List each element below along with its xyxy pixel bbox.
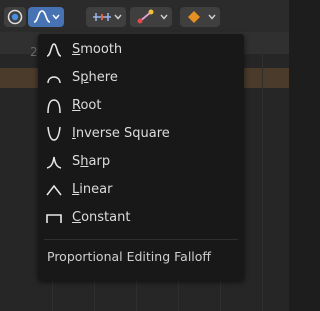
snap-dropdown[interactable] — [86, 7, 126, 27]
menu-item-root[interactable]: Root — [38, 92, 244, 120]
menu-item-label: mooth — [80, 42, 123, 57]
pivot-icon — [137, 9, 154, 24]
menu-item-label: oot — [80, 98, 102, 113]
menu-item-inverse-square[interactable]: Inverse Square — [38, 120, 244, 148]
root-falloff-icon — [47, 99, 61, 114]
falloff-dropdown[interactable] — [28, 7, 64, 27]
sharp-falloff-icon — [46, 156, 62, 169]
sphere-falloff-icon — [47, 76, 61, 84]
menu-item-label: onstant — [81, 210, 131, 225]
menu-footer: Proportional Editing Falloff — [38, 236, 244, 280]
snap-icon — [93, 13, 111, 21]
hotkey-letter: p — [80, 70, 89, 85]
ruler-frame-label: 2 — [30, 45, 38, 59]
menu-item-label: arp — [88, 154, 111, 169]
menu-item-label: nverse Square — [75, 126, 170, 141]
menu-item-constant[interactable]: Constant — [38, 204, 244, 232]
menu-title: Proportional Editing Falloff — [47, 249, 212, 264]
menu-item-label: here — [88, 70, 118, 85]
smooth-falloff-icon — [46, 43, 62, 57]
menu-item-label: inear — [79, 182, 113, 197]
smooth-curve-icon — [33, 10, 51, 23]
proportional-editing-toggle[interactable] — [4, 7, 26, 27]
menu-item-smooth[interactable]: Smooth — [38, 36, 244, 64]
chevron-down-icon — [114, 14, 122, 20]
proportional-editing-icon — [7, 9, 23, 25]
header-toolbar — [0, 0, 289, 32]
grid-line — [262, 32, 263, 311]
hotkey-letter: h — [80, 154, 89, 169]
chevron-down-icon — [52, 14, 60, 20]
menu-item-sharp[interactable]: Sharp — [38, 148, 244, 176]
keyframe-dropdown[interactable] — [180, 7, 220, 27]
hotkey-letter: C — [72, 210, 82, 225]
menu-item-sphere[interactable]: Sphere — [38, 64, 244, 92]
menu-item-linear[interactable]: Linear — [38, 176, 244, 204]
constant-falloff-icon — [46, 214, 62, 223]
pivot-dropdown[interactable] — [130, 7, 172, 27]
keyframe-icon — [188, 11, 200, 23]
linear-falloff-icon — [46, 184, 62, 196]
menu-separator — [44, 239, 238, 240]
inverse-square-falloff-icon — [47, 126, 61, 141]
chevron-down-icon — [208, 14, 216, 20]
chevron-down-icon — [160, 14, 168, 20]
